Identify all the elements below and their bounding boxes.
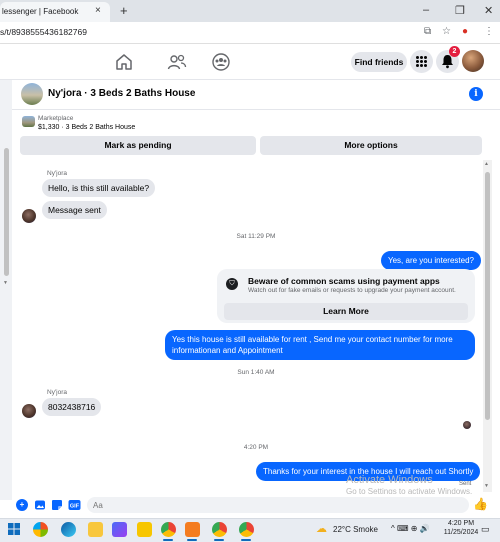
chat-app-icon[interactable] [112,522,127,537]
edge-icon[interactable] [61,522,76,537]
weather-icon[interactable]: ☁ [316,522,327,535]
maximize-icon[interactable]: ❐ [455,4,465,17]
minimize-icon[interactable]: – [423,4,429,16]
clock-date[interactable]: 11/25/2024 [443,529,479,536]
find-friends-button[interactable]: Find friends [351,52,407,72]
more-options-button[interactable]: More options [260,136,482,155]
scroll-up-icon[interactable]: ▲ [484,161,489,167]
home-icon[interactable] [114,52,134,72]
sender-avatar[interactable] [22,404,36,418]
scam-warning-title: Beware of common scams using payment app… [248,276,440,286]
notification-badge: 2 [449,46,460,57]
url-text[interactable]: s/t/8938555436182769 [0,27,87,37]
sticker-icon[interactable] [51,499,63,511]
bookmark-star-icon[interactable]: ☆ [442,26,451,37]
thumbs-up-icon[interactable]: 👍 [473,497,488,511]
active-app-indicator [163,539,173,541]
left-panel-edge [0,80,12,500]
sender-name: Ny'jora [47,170,68,177]
outgoing-message[interactable]: Yes this house is still available for re… [165,330,475,360]
sender-name: Ny'jora [47,389,68,396]
chrome-icon[interactable] [161,522,176,537]
notification-center-icon[interactable]: ▭ [481,524,490,535]
plus-icon[interactable]: + [16,499,28,511]
message-timestamp: Sat 11:29 PM [236,233,276,240]
copilot-icon[interactable] [33,522,48,537]
activate-windows-watermark: Activate Windows [346,474,433,486]
messages-scrollbar-thumb[interactable] [485,172,490,420]
message-timestamp: Sun 1:40 AM [237,369,275,376]
listing-thumbnail[interactable] [22,116,35,127]
chrome-window-icon[interactable] [239,522,254,537]
menu-grid-button[interactable] [410,50,433,73]
seen-receipt-avatar [463,421,471,429]
browser-tab[interactable]: lessenger | Facebook [0,2,110,22]
active-app-indicator [187,539,197,541]
chrome-menu-icon[interactable]: ⋮ [484,26,494,37]
friends-icon[interactable] [167,52,187,72]
mark-as-pending-button[interactable]: Mark as pending [20,136,256,155]
shield-icon: ⛉ [226,278,238,290]
left-scroll-down-icon[interactable]: ▼ [3,280,8,286]
incoming-message[interactable]: Hello, is this still available? [42,179,156,197]
chrome-profile-icon[interactable] [212,522,227,537]
start-icon[interactable] [8,523,20,535]
groups-icon[interactable] [211,52,231,72]
sender-avatar[interactable] [22,209,36,223]
incoming-message[interactable]: 8032438716 [42,398,102,416]
file-explorer-icon[interactable] [88,522,103,537]
listing-avatar[interactable] [21,83,43,105]
sent-status: Sent [459,481,472,487]
grid-icon [416,56,427,67]
conversation-title[interactable]: Ny'jora · 3 Beds 2 Baths House [48,88,195,99]
sticky-app-icon[interactable] [137,522,152,537]
message-timestamp: 4:20 PM [243,444,269,451]
tab-close-icon[interactable]: × [95,5,101,16]
tab-title: lessenger | Facebook [2,7,79,16]
incoming-message[interactable]: Message sent [42,201,107,219]
new-tab-button[interactable]: + [120,3,128,18]
info-icon[interactable]: i [469,87,483,101]
listing-subtitle[interactable]: $1,330 · 3 Beds 2 Baths House [38,124,135,131]
svg-text:GIF: GIF [70,503,80,509]
weather-text[interactable]: 22°C Smoke [333,525,378,534]
scroll-down-icon[interactable]: ▼ [484,483,489,489]
gif-icon[interactable]: GIF [68,499,81,511]
clock-time[interactable]: 4:20 PM [447,520,475,527]
profile-avatar[interactable] [462,50,484,72]
outgoing-message[interactable]: Yes, are you interested? [381,251,481,270]
left-scrollbar-thumb[interactable] [4,148,9,276]
image-icon[interactable] [34,499,46,511]
marketplace-label: Marketplace [38,115,74,122]
install-app-icon[interactable]: ⧉ [424,26,431,37]
window-close-icon[interactable]: ✕ [484,4,493,17]
download-app-icon[interactable] [185,522,200,537]
scam-warning-description: Watch out for fake emails or requests to… [248,287,456,294]
learn-more-button[interactable]: Learn More [224,303,468,320]
active-app-indicator [214,539,224,541]
system-tray-icons[interactable]: ^ ⌨ ⊕ 🔊 [391,524,430,533]
active-app-indicator [241,539,251,541]
message-input[interactable] [87,497,469,513]
profile-icon[interactable]: ● [462,26,468,37]
